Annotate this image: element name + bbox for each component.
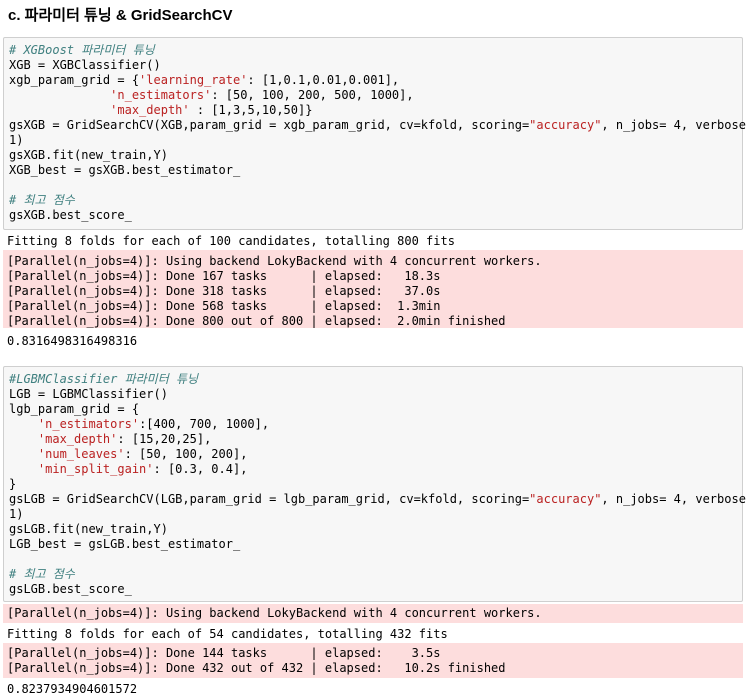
code-line: gsXGB = GridSearchCV(XGB,param_grid = xg… xyxy=(9,118,749,133)
code-text: :[400, 700, 1000], xyxy=(139,417,270,431)
code-comment: # XGBoost 파라미터 튜닝 xyxy=(9,43,155,57)
code-line: gsLGB.best_score_ xyxy=(9,582,132,596)
code-line: 'n_estimators':[400, 700, 1000], xyxy=(9,417,269,432)
code-line: 'max_depth' : [1,3,5,10,50]} xyxy=(9,103,312,118)
code-text: : [15,20,25], xyxy=(117,432,212,446)
code-string: 'n_estimators' xyxy=(110,88,212,102)
code-line: 'num_leaves': [50, 100, 200], xyxy=(9,447,248,462)
code-line: 'max_depth': [15,20,25], xyxy=(9,432,211,447)
code-string: 'learning_rate' xyxy=(139,73,248,87)
stderr-line: [Parallel(n_jobs=4)]: Done 568 tasks | e… xyxy=(7,299,441,313)
code-text: : [50, 100, 200], xyxy=(124,447,248,461)
section-heading: c. 파라미터 튜닝 & GridSearchCV xyxy=(8,7,233,24)
code-line: xgb_param_grid = {'learning_rate': [1,0.… xyxy=(9,73,399,88)
code-text: gsXGB = GridSearchCV(XGB,param_grid = xg… xyxy=(9,118,530,132)
output-fitting-text: Fitting 8 folds for each of 54 candidate… xyxy=(7,627,448,641)
code-text: gsLGB = GridSearchCV(LGB,param_grid = lg… xyxy=(9,492,530,506)
stderr-line: [Parallel(n_jobs=4)]: Done 144 tasks | e… xyxy=(7,646,441,660)
code-text: : [0.3, 0.4], xyxy=(153,462,248,476)
output-fitting-text: Fitting 8 folds for each of 100 candidat… xyxy=(7,234,455,248)
code-text: : [1,0.1,0.01,0.001], xyxy=(247,73,400,87)
code-cell-xgboost[interactable]: # XGBoost 파라미터 튜닝 XGB = XGBClassifier() … xyxy=(3,37,746,230)
code-line: 1) xyxy=(9,507,24,521)
stderr-output: [Parallel(n_jobs=4)]: Using backend Loky… xyxy=(3,250,743,328)
code-line: gsLGB = GridSearchCV(LGB,param_grid = lg… xyxy=(9,492,749,507)
code-string: 'num_leaves' xyxy=(37,447,125,461)
code-line: } xyxy=(9,477,17,491)
code-line: 'min_split_gain': [0.3, 0.4], xyxy=(9,462,248,477)
code-text: : [1,3,5,10,50]} xyxy=(189,103,313,117)
code-text: : [50, 100, 200, 500, 1000], xyxy=(211,88,414,102)
code-line: 1) xyxy=(9,133,24,147)
stderr-line: [Parallel(n_jobs=4)]: Done 432 out of 43… xyxy=(7,661,506,675)
stderr-line: [Parallel(n_jobs=4)]: Done 318 tasks | e… xyxy=(7,284,441,298)
code-string: 'n_estimators' xyxy=(37,417,140,431)
code-line: XGB = XGBClassifier() xyxy=(9,58,161,72)
code-line: gsXGB.best_score_ xyxy=(9,208,132,222)
stderr-line: [Parallel(n_jobs=4)]: Done 800 out of 80… xyxy=(7,314,506,328)
code-line: LGB = LGBMClassifier() xyxy=(9,387,168,401)
code-line: lgb_param_grid = { xyxy=(9,402,140,416)
code-cell-lgbm[interactable]: #LGBMClassifier 파라미터 튜닝 LGB = LGBMClassi… xyxy=(3,366,746,602)
code-string: 'min_split_gain' xyxy=(37,462,154,476)
output-result: 0.8237934904601572 xyxy=(7,682,138,696)
stderr-output: [Parallel(n_jobs=4)]: Using backend Loky… xyxy=(3,604,743,623)
code-comment: # 최고 점수 xyxy=(9,567,75,581)
code-string: "accuracy" xyxy=(529,118,602,132)
code-comment: #LGBMClassifier 파라미터 튜닝 xyxy=(9,372,199,386)
stderr-line: [Parallel(n_jobs=4)]: Using backend Loky… xyxy=(7,254,542,268)
code-line: LGB_best = gsLGB.best_estimator_ xyxy=(9,537,241,551)
code-string: "accuracy" xyxy=(529,492,602,506)
stderr-line: [Parallel(n_jobs=4)]: Done 167 tasks | e… xyxy=(7,269,441,283)
code-text: xgb_param_grid = { xyxy=(9,73,140,87)
output-result: 0.8316498316498316 xyxy=(7,334,138,348)
stderr-line: [Parallel(n_jobs=4)]: Using backend Loky… xyxy=(7,606,542,620)
code-line: gsLGB.fit(new_train,Y) xyxy=(9,522,168,536)
code-comment: # 최고 점수 xyxy=(9,193,75,207)
code-string: 'max_depth' xyxy=(37,432,118,446)
code-text: , n_jobs= 4, verbose = xyxy=(601,492,749,506)
code-line: XGB_best = gsXGB.best_estimator_ xyxy=(9,163,241,177)
code-string: 'max_depth' xyxy=(110,103,190,117)
stderr-output: [Parallel(n_jobs=4)]: Done 144 tasks | e… xyxy=(3,643,743,678)
code-line: gsXGB.fit(new_train,Y) xyxy=(9,148,168,162)
code-line: 'n_estimators': [50, 100, 200, 500, 1000… xyxy=(9,88,414,103)
code-text: , n_jobs= 4, verbose = xyxy=(601,118,749,132)
